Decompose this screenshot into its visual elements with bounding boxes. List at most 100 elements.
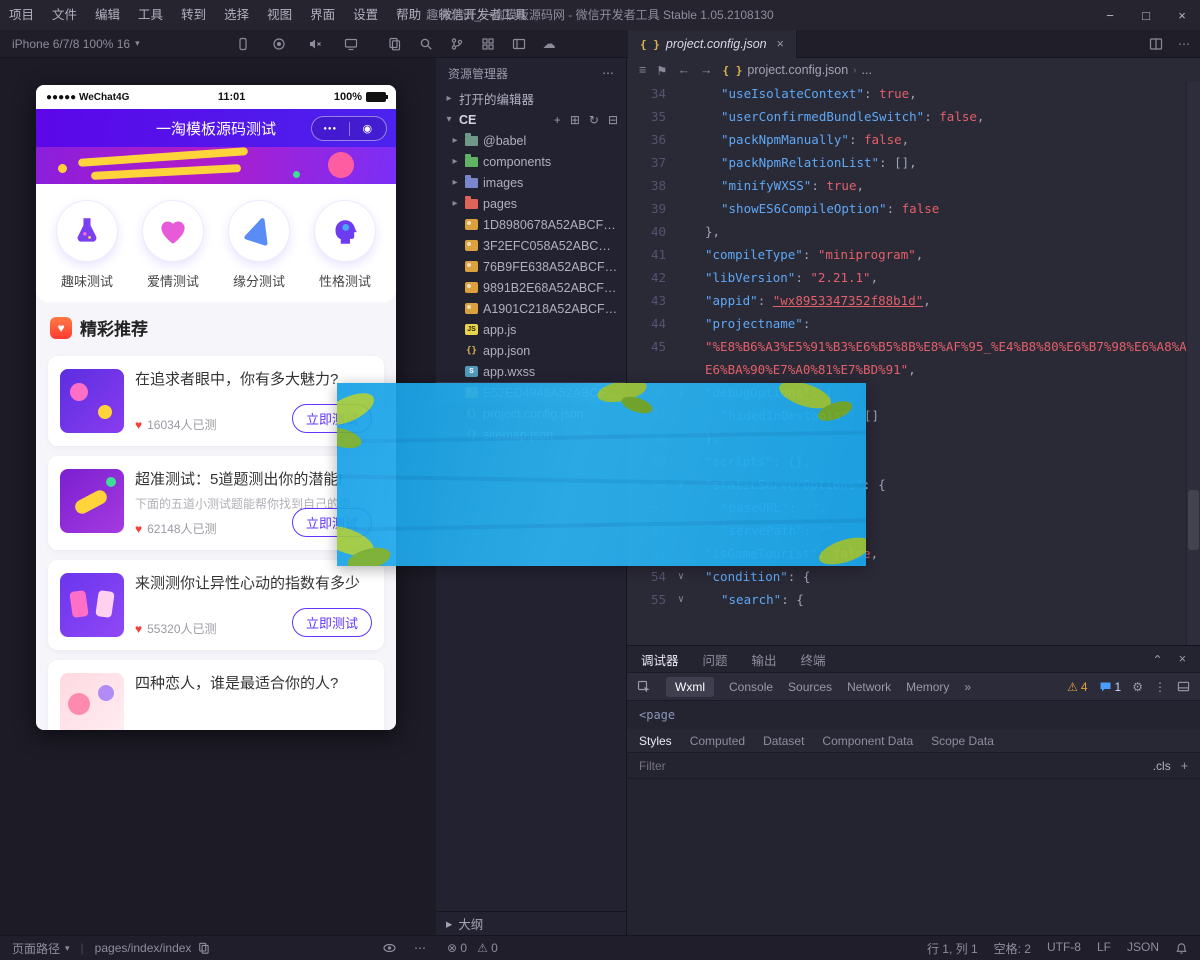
code-line[interactable]: 42"libVersion": "2.21.1", xyxy=(627,266,1186,289)
menu-item[interactable]: 视图 xyxy=(258,0,301,30)
mute-icon[interactable] xyxy=(308,37,322,51)
device-selector[interactable]: iPhone 6/7/8 100% 16▾ xyxy=(0,37,140,51)
code-line[interactable]: 44"projectname": xyxy=(627,312,1186,335)
code-line[interactable]: 36"packNpmManually": false, xyxy=(627,128,1186,151)
code-line[interactable]: 35"userConfirmedBundleSwitch": false, xyxy=(627,105,1186,128)
message-count-badge[interactable]: 1 xyxy=(1099,680,1122,694)
folder-images[interactable]: ▸images xyxy=(436,172,626,193)
back-icon[interactable]: ← xyxy=(678,63,691,77)
maximize-button[interactable]: □ xyxy=(1128,0,1164,30)
cast-icon[interactable] xyxy=(344,37,358,51)
menu-item[interactable]: 转到 xyxy=(172,0,215,30)
code-line[interactable]: 55∨"search": { xyxy=(627,588,1186,611)
debugger-tab-问题[interactable]: 问题 xyxy=(703,650,728,669)
close-button[interactable]: × xyxy=(1164,0,1200,30)
eye-icon[interactable] xyxy=(382,941,397,955)
phone-icon[interactable] xyxy=(236,37,250,51)
floating-image-preview[interactable] xyxy=(337,383,866,566)
search-icon[interactable] xyxy=(419,37,433,51)
style-tab-Styles[interactable]: Styles xyxy=(639,734,672,748)
file-app.js[interactable]: JSapp.js xyxy=(436,319,626,340)
debugger-tab-调试器[interactable]: 调试器 xyxy=(641,650,679,669)
file-9891B2E68A52ABCFFE...[interactable]: 9891B2E68A52ABCFFE... xyxy=(436,277,626,298)
style-tab-Computed[interactable]: Computed xyxy=(690,734,745,748)
forward-icon[interactable]: → xyxy=(700,63,713,77)
capsule-menu[interactable]: ●●●◉ xyxy=(311,116,387,141)
menu-item[interactable]: 设置 xyxy=(344,0,387,30)
file-3F2EFC058A52ABCF59...[interactable]: 3F2EFC058A52ABCF59... xyxy=(436,235,626,256)
category-缘分测试[interactable]: 缘分测试 xyxy=(228,200,290,290)
panel-layout-icon[interactable] xyxy=(512,37,526,51)
warning-count[interactable]: ⚠ 0 xyxy=(477,941,498,955)
test-card[interactable]: 在追求者眼中，你有多大魅力?♥16034人已测立即测试 xyxy=(48,356,384,446)
debugger-tab-输出[interactable]: 输出 xyxy=(752,650,777,669)
statusbar-item[interactable]: 行 1, 列 1 xyxy=(927,940,978,957)
code-line[interactable]: 40}, xyxy=(627,220,1186,243)
statusbar-item[interactable]: UTF-8 xyxy=(1047,940,1081,957)
git-branch-icon[interactable] xyxy=(450,37,464,51)
add-style-icon[interactable]: + xyxy=(1181,759,1188,773)
devtools-tab-»[interactable]: » xyxy=(964,680,971,694)
code-line[interactable]: E6%BA%90%E7%A0%81%E7%BD%91", xyxy=(627,358,1186,381)
split-editor-icon[interactable] xyxy=(1149,37,1163,51)
collapse-panel-icon[interactable]: ⌃ xyxy=(1152,652,1162,667)
code-line[interactable]: 37"packNpmRelationList": [], xyxy=(627,151,1186,174)
devtools-tab-Console[interactable]: Console xyxy=(729,680,773,694)
new-folder-icon[interactable]: ⊞ xyxy=(570,113,580,127)
file-A1901C218A52ABCFC7...[interactable]: A1901C218A52ABCFC7... xyxy=(436,298,626,319)
new-file-icon[interactable]: + xyxy=(554,113,561,127)
statusbar-item[interactable]: JSON xyxy=(1127,940,1159,957)
statusbar-item[interactable]: LF xyxy=(1097,940,1111,957)
devtools-tab-Memory[interactable]: Memory xyxy=(906,680,949,694)
code-line[interactable]: 41"compileType": "miniprogram", xyxy=(627,243,1186,266)
bell-icon[interactable] xyxy=(1175,942,1188,955)
close-panel-icon[interactable]: × xyxy=(1179,652,1186,667)
project-root[interactable]: ▾ CE + ⊞ ↻ ⊟ xyxy=(436,109,626,130)
kebab-menu-icon[interactable]: ⋮ xyxy=(1154,680,1166,694)
file-app.json[interactable]: {}app.json xyxy=(436,340,626,361)
code-line[interactable]: 39"showES6CompileOption": false xyxy=(627,197,1186,220)
banner-image[interactable] xyxy=(36,147,396,184)
folder-components[interactable]: ▸components xyxy=(436,151,626,172)
file-76B9FE638A52ABCF10...[interactable]: 76B9FE638A52ABCF10... xyxy=(436,256,626,277)
test-card[interactable]: 超准测试：5道题测出你的潜能!下面的五道小测试题能帮你找到自己的潜...♥621… xyxy=(48,456,384,550)
test-now-button[interactable]: 立即测试 xyxy=(292,608,372,637)
code-line[interactable]: 54∨"condition": { xyxy=(627,565,1186,588)
dock-side-icon[interactable] xyxy=(1177,680,1190,693)
style-tab-Scope Data[interactable]: Scope Data xyxy=(931,734,994,748)
cloud-icon[interactable]: ☁ xyxy=(543,36,556,52)
menu-item[interactable]: 文件 xyxy=(43,0,86,30)
code-line[interactable]: 45"%E8%B6%A3%E5%91%B3%E6%B5%8B%E8%AF%95_… xyxy=(627,335,1186,358)
explorer-more-icon[interactable]: ⋯ xyxy=(602,66,614,80)
filter-input[interactable] xyxy=(639,759,1143,773)
code-line[interactable]: 34"useIsolateContext": true, xyxy=(627,82,1186,105)
category-趣味测试[interactable]: 趣味测试 xyxy=(56,200,118,290)
error-count[interactable]: ⊗ 0 xyxy=(447,941,467,955)
grid-icon[interactable] xyxy=(481,37,495,51)
record-icon[interactable] xyxy=(272,37,286,51)
menu-item[interactable]: 界面 xyxy=(301,0,344,30)
refresh-icon[interactable]: ↻ xyxy=(589,113,599,127)
tab-project-config-json[interactable]: { } project.config.json × xyxy=(628,30,797,58)
more-actions-icon[interactable]: ⋯ xyxy=(1178,37,1190,51)
tab-close-icon[interactable]: × xyxy=(777,37,784,51)
debugger-tab-终端[interactable]: 终端 xyxy=(801,650,826,669)
open-editors-section[interactable]: ▸ 打开的编辑器 xyxy=(436,88,626,109)
cls-toggle[interactable]: .cls xyxy=(1153,759,1171,773)
breadcrumb-file[interactable]: { } project.config.json › ... xyxy=(723,63,872,77)
minimap-scrollbar[interactable] xyxy=(1186,82,1200,645)
test-card[interactable]: 四种恋人，谁是最适合你的人? xyxy=(48,660,384,730)
list-icon[interactable]: ≡ xyxy=(639,63,646,77)
menu-item[interactable]: 编辑 xyxy=(86,0,129,30)
code-line[interactable]: 43"appid": "wx8953347352f88b1d", xyxy=(627,289,1186,312)
menu-item[interactable]: 项目 xyxy=(0,0,43,30)
folder-pages[interactable]: ▸pages xyxy=(436,193,626,214)
file-1D8980678A52ABCF7B...[interactable]: 1D8980678A52ABCF7B... xyxy=(436,214,626,235)
bookmark-icon[interactable]: ⚑ xyxy=(656,63,667,78)
devtools-tab-Wxml[interactable]: Wxml xyxy=(666,677,714,697)
code-line[interactable]: 38"minifyWXSS": true, xyxy=(627,174,1186,197)
menu-item[interactable]: 工具 xyxy=(129,0,172,30)
minimize-button[interactable]: − xyxy=(1092,0,1128,30)
folder-@babel[interactable]: ▸@babel xyxy=(436,130,626,151)
warning-count-badge[interactable]: ⚠ 4 xyxy=(1067,680,1087,694)
